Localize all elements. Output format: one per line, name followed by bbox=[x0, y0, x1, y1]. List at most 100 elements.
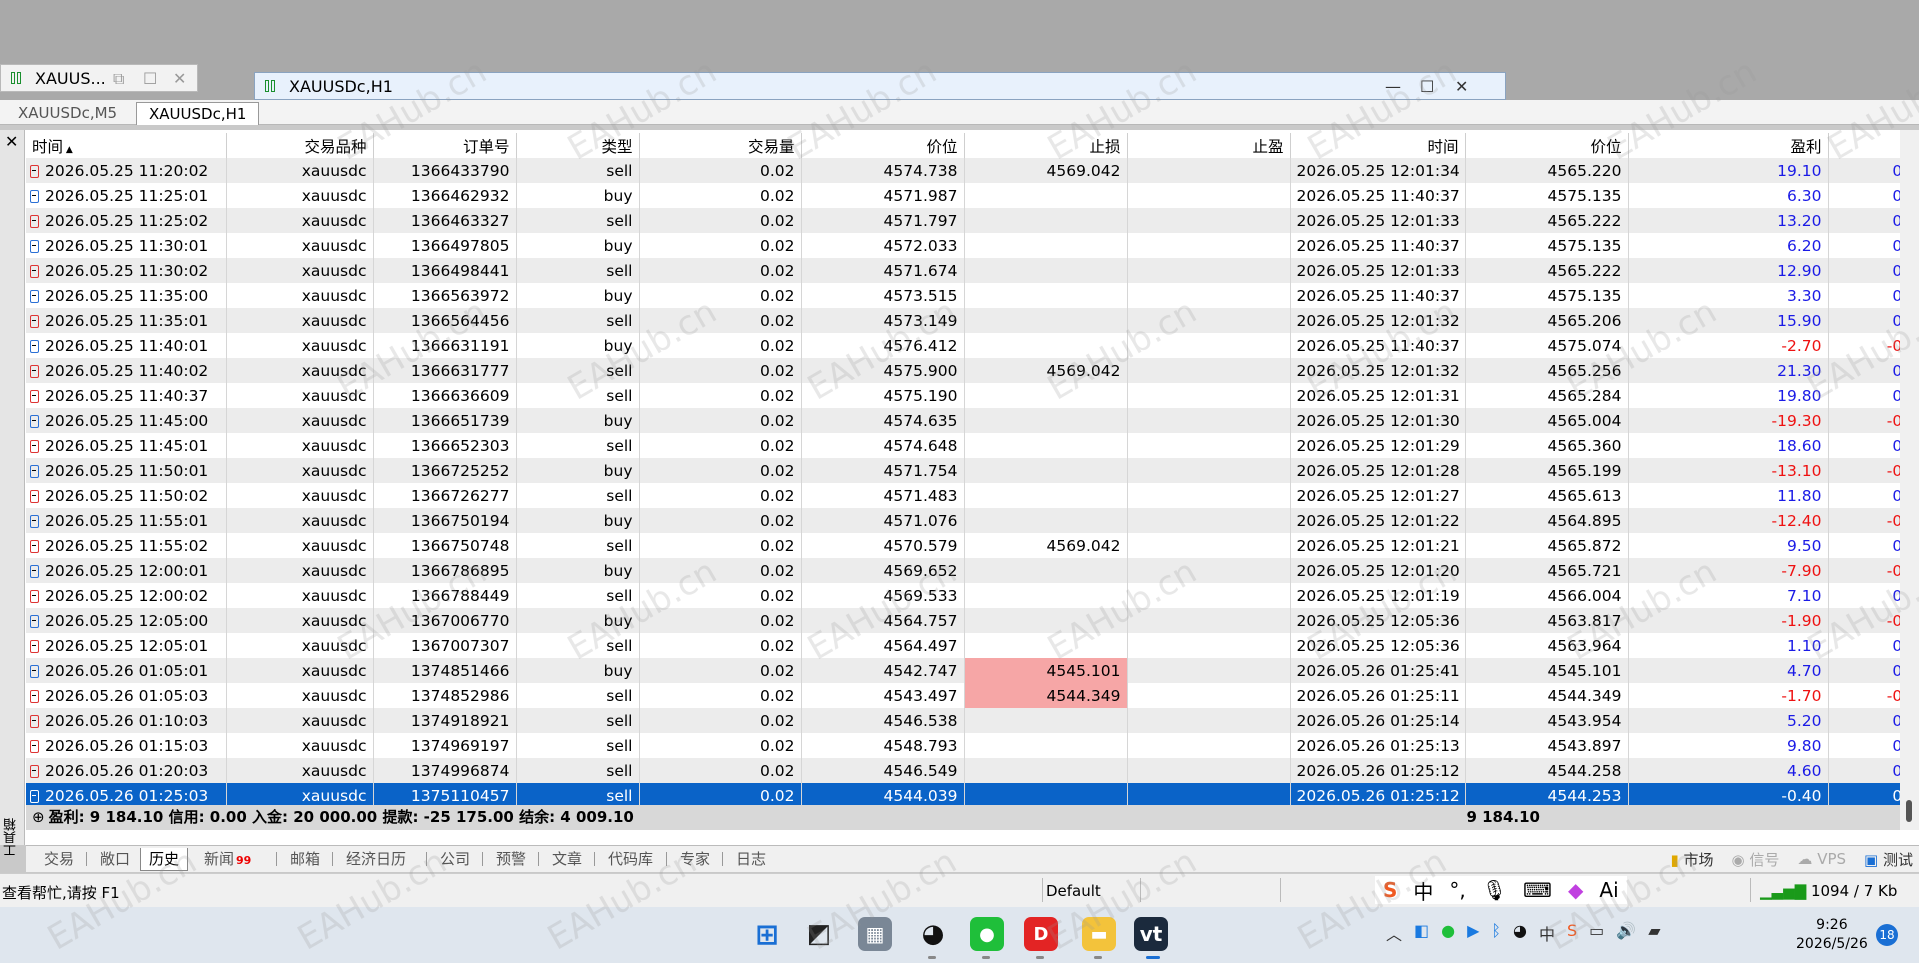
qq-icon[interactable]: ◕ bbox=[916, 917, 950, 951]
qq-tray-icon[interactable]: ◕ bbox=[1513, 921, 1527, 945]
column-header[interactable]: 订单号 bbox=[373, 133, 517, 158]
table-row[interactable]: 2026.05.25 11:35:01 xauusdc 1366564456 sell… bbox=[26, 308, 1919, 333]
maximize-icon[interactable]: ☐ bbox=[1420, 77, 1434, 96]
vertical-scrollbar[interactable] bbox=[1900, 130, 1919, 830]
column-header[interactable]: 止损 bbox=[964, 133, 1128, 158]
column-header[interactable]: 时间 bbox=[1290, 133, 1466, 158]
table-row[interactable]: 2026.05.25 11:50:01 xauusdc 1366725252 buy 0… bbox=[26, 458, 1919, 483]
table-row[interactable]: 2026.05.25 11:40:01 xauusdc 1366631191 buy 0… bbox=[26, 333, 1919, 358]
sogou-tray-icon[interactable]: S bbox=[1567, 921, 1577, 945]
wechat-icon[interactable]: ● bbox=[970, 917, 1004, 951]
open-price-cell: 4564.757 bbox=[801, 608, 965, 633]
wechat-tray-icon[interactable]: ● bbox=[1441, 921, 1455, 945]
tab-signals[interactable]: ◉ 信号 bbox=[1732, 849, 1780, 870]
table-row[interactable]: 2026.05.25 12:00:01 xauusdc 1366786895 buy 0… bbox=[26, 558, 1919, 583]
column-header[interactable]: 价位 bbox=[1465, 133, 1629, 158]
table-row[interactable]: 2026.05.25 11:45:01 xauusdc 1366652303 sell… bbox=[26, 433, 1919, 458]
type-cell: sell bbox=[516, 158, 640, 183]
column-header[interactable]: 交易品种 bbox=[226, 133, 374, 158]
column-header[interactable]: 类型 bbox=[516, 133, 640, 158]
table-row[interactable]: 2026.05.25 12:00:02 xauusdc 1366788449 sell… bbox=[26, 583, 1919, 608]
notification-badge[interactable]: 18 bbox=[1876, 924, 1898, 946]
sogou-icon[interactable]: S bbox=[1383, 878, 1397, 902]
keyboard-icon[interactable]: ⌨ bbox=[1523, 878, 1552, 902]
table-row[interactable]: 2026.05.25 12:05:01 xauusdc 1367007307 sell… bbox=[26, 633, 1919, 658]
bluetooth-icon[interactable]: ᛒ bbox=[1491, 921, 1501, 945]
tab-mailbox[interactable]: 邮箱 bbox=[282, 848, 328, 870]
pdf-icon[interactable]: D bbox=[1024, 917, 1058, 951]
table-row[interactable]: 2026.05.26 01:05:01 xauusdc 1374851466 buy 0… bbox=[26, 658, 1919, 683]
table-row[interactable]: 2026.05.25 11:35:00 xauusdc 1366563972 buy 0… bbox=[26, 283, 1919, 308]
table-row[interactable]: 2026.05.26 01:10:03 xauusdc 1374918921 sell… bbox=[26, 708, 1919, 733]
column-header[interactable]: 交易量 bbox=[639, 133, 802, 158]
table-row[interactable]: 2026.05.25 11:25:01 xauusdc 1366462932 buy 0… bbox=[26, 183, 1919, 208]
tab-company[interactable]: 公司 bbox=[432, 848, 478, 870]
punctuation-icon[interactable]: °, bbox=[1449, 878, 1465, 902]
vt-app-icon[interactable]: vt bbox=[1134, 917, 1168, 951]
ime-chinese-mode[interactable]: 中 bbox=[1413, 876, 1433, 905]
skin-icon[interactable]: ◆ bbox=[1568, 878, 1583, 902]
column-header[interactable]: 价位 bbox=[801, 133, 965, 158]
chart-tab-m5[interactable]: XAUUSDc,M5 bbox=[6, 102, 129, 124]
ai-button[interactable]: Ai bbox=[1599, 878, 1618, 902]
column-header[interactable]: 止盈 bbox=[1127, 133, 1291, 158]
table-row[interactable]: 2026.05.25 11:25:02 xauusdc 1366463327 sell… bbox=[26, 208, 1919, 233]
column-header[interactable]: 时间 ▲ bbox=[26, 133, 227, 158]
close-icon[interactable]: ✕ bbox=[1455, 77, 1468, 96]
close-icon[interactable]: ✕ bbox=[173, 69, 186, 88]
tab-experts[interactable]: 专家 bbox=[672, 848, 718, 870]
battery-icon[interactable]: ▰ bbox=[1648, 921, 1660, 945]
table-row[interactable]: 2026.05.26 01:05:03 xauusdc 1374852986 sell… bbox=[26, 683, 1919, 708]
table-row[interactable]: 2026.05.25 12:05:00 xauusdc 1367006770 buy 0… bbox=[26, 608, 1919, 633]
expand-icon[interactable]: ⊕ bbox=[32, 808, 45, 826]
tab-market[interactable]: ▮ 市场 bbox=[1670, 849, 1713, 870]
table-row[interactable]: 2026.05.25 11:30:02 xauusdc 1366498441 sell… bbox=[26, 258, 1919, 283]
tab-exposure[interactable]: 敞口 bbox=[92, 848, 138, 870]
restore-icon[interactable]: ⧉ bbox=[113, 69, 124, 89]
scrollbar-thumb[interactable] bbox=[1906, 800, 1912, 822]
display-icon[interactable]: ▭ bbox=[1589, 921, 1604, 945]
tab-history[interactable]: 历史 bbox=[140, 848, 189, 871]
tab-articles[interactable]: 文章 bbox=[544, 848, 590, 870]
table-row[interactable]: 2026.05.25 11:20:02 xauusdc 1366433790 sell… bbox=[26, 158, 1919, 183]
table-row[interactable]: 2026.05.25 11:50:02 xauusdc 1366726277 sell… bbox=[26, 483, 1919, 508]
tab-vps[interactable]: ☁ VPS bbox=[1797, 850, 1846, 868]
tab-trade[interactable]: 交易 bbox=[36, 848, 82, 870]
table-row[interactable]: 2026.05.25 11:45:00 xauusdc 1366651739 buy 0… bbox=[26, 408, 1919, 433]
volume-icon[interactable]: 🔊 bbox=[1616, 921, 1636, 945]
tray-app-icon[interactable]: ▶ bbox=[1467, 921, 1479, 945]
take-profit-cell bbox=[1127, 433, 1291, 458]
clock[interactable]: 9:26 2026/5/26 bbox=[1796, 916, 1868, 954]
tray-app-icon[interactable]: ◧ bbox=[1414, 921, 1429, 945]
table-row[interactable]: 2026.05.26 01:15:03 xauusdc 1374969197 sell… bbox=[26, 733, 1919, 758]
table-row[interactable]: 2026.05.26 01:20:03 xauusdc 1374996874 sell… bbox=[26, 758, 1919, 783]
tab-news[interactable]: 新闻 99 bbox=[196, 848, 259, 870]
column-header[interactable]: 盈利 bbox=[1628, 133, 1829, 158]
close-icon[interactable]: ✕ bbox=[5, 132, 18, 151]
ime-toolbar[interactable]: S 中 °, 🎙 ⌨ ◆ Ai bbox=[1375, 876, 1627, 904]
tab-journal[interactable]: 日志 bbox=[728, 848, 774, 870]
maximize-icon[interactable]: ☐ bbox=[143, 69, 157, 88]
tab-tester[interactable]: ▣ 测试 bbox=[1864, 849, 1913, 870]
stop-loss-cell bbox=[964, 383, 1128, 408]
file-explorer-icon[interactable]: ▬ bbox=[1082, 917, 1116, 951]
table-row[interactable]: 2026.05.25 11:30:01 xauusdc 1366497805 buy 0… bbox=[26, 233, 1919, 258]
ime-tray-icon[interactable]: 中 bbox=[1539, 921, 1555, 945]
table-row[interactable]: 2026.05.25 11:55:02 xauusdc 1366750748 sell… bbox=[26, 533, 1919, 558]
chart-window-h1[interactable]: XAUUSDc,H1 — ☐ ✕ bbox=[254, 72, 1506, 100]
tab-alerts[interactable]: 预警 bbox=[488, 848, 534, 870]
chart-tab-h1[interactable]: XAUUSDc,H1 bbox=[136, 102, 260, 125]
chart-window-m5[interactable]: XAUUS... ⧉ ☐ ✕ bbox=[0, 64, 198, 92]
open-time: 2026.05.25 12:00:01 bbox=[45, 561, 209, 580]
minimize-icon[interactable]: — bbox=[1385, 77, 1401, 96]
tab-economic-calendar[interactable]: 经济日历 bbox=[338, 848, 414, 870]
windows-start-icon[interactable]: ⊞ bbox=[750, 917, 784, 951]
table-row[interactable]: 2026.05.25 11:55:01 xauusdc 1366750194 buy 0… bbox=[26, 508, 1919, 533]
table-row[interactable]: 2026.05.25 11:40:37 xauusdc 1366636609 sell… bbox=[26, 383, 1919, 408]
calculator-icon[interactable]: ▦ bbox=[858, 917, 892, 951]
table-row[interactable]: 2026.05.25 11:40:02 xauusdc 1366631777 sell… bbox=[26, 358, 1919, 383]
tab-code-base[interactable]: 代码库 bbox=[600, 848, 661, 870]
task-view-icon[interactable]: ◩ bbox=[802, 917, 836, 951]
microphone-icon[interactable]: 🎙 bbox=[1482, 878, 1507, 902]
chevron-up-icon[interactable]: ︿ bbox=[1386, 921, 1402, 945]
